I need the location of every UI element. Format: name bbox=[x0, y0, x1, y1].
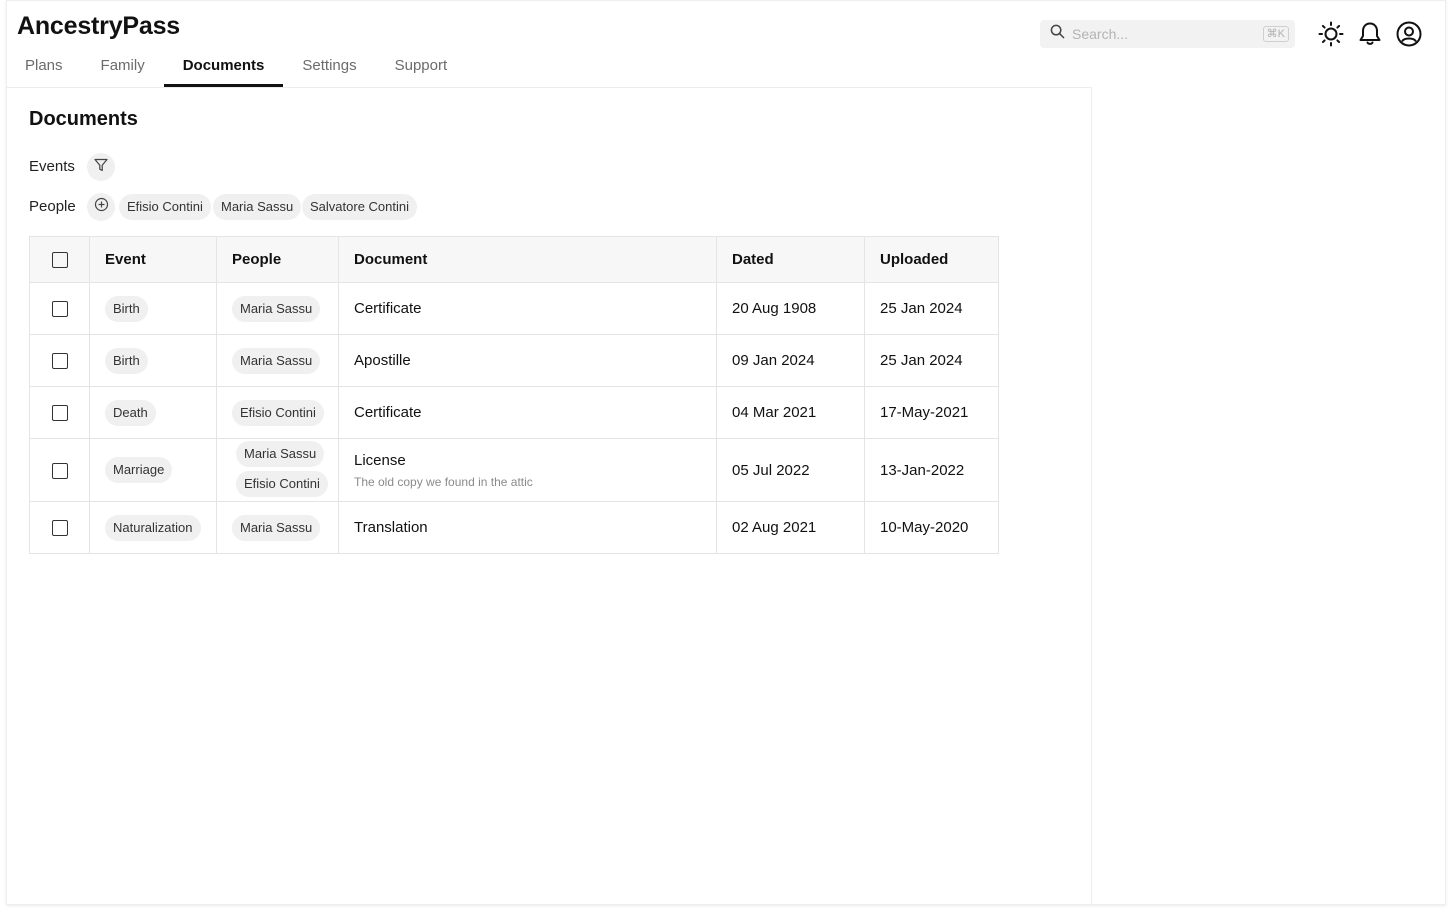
row-select-cell bbox=[29, 386, 90, 439]
filter-funnel-icon bbox=[94, 158, 108, 177]
select-all-checkbox[interactable] bbox=[51, 252, 68, 269]
row-checkbox[interactable] bbox=[51, 353, 68, 370]
event-cell: Naturalization bbox=[89, 501, 217, 554]
dated-cell: 20 Aug 1908 bbox=[716, 282, 865, 335]
event-tag[interactable]: Marriage bbox=[105, 457, 173, 483]
event-cell: Birth bbox=[89, 282, 217, 335]
table-row[interactable]: Death Efisio Contini Certificate 04 Mar … bbox=[29, 386, 999, 439]
dated-cell: 05 Jul 2022 bbox=[716, 438, 865, 502]
uploaded-cell: 25 Jan 2024 bbox=[864, 334, 999, 387]
event-tag[interactable]: Death bbox=[105, 399, 156, 426]
tab-plans[interactable]: Plans bbox=[6, 50, 82, 87]
document-cell: Apostille bbox=[338, 334, 717, 387]
table-row[interactable]: Naturalization Maria Sassu Translation 0… bbox=[29, 501, 999, 554]
row-select-cell bbox=[29, 282, 90, 335]
search-shortcut-badge: ⌘K bbox=[1262, 26, 1289, 42]
row-checkbox[interactable] bbox=[51, 520, 68, 537]
person-tag[interactable]: Maria Sassu bbox=[236, 441, 325, 467]
event-cell: Birth bbox=[89, 334, 217, 387]
main-tabs: Plans Family Documents Settings Support bbox=[6, 50, 466, 88]
document-name[interactable]: Apostille bbox=[354, 352, 716, 369]
event-cell: Death bbox=[89, 386, 217, 439]
people-filter-chip[interactable]: Salvatore Contini bbox=[302, 194, 417, 220]
table-row[interactable]: Birth Maria Sassu Apostille 09 Jan 2024 … bbox=[29, 334, 999, 387]
row-select-cell bbox=[29, 334, 90, 387]
people-cell: Maria Sassu bbox=[216, 501, 339, 554]
user-account-icon[interactable] bbox=[1395, 20, 1423, 48]
column-header-document[interactable]: Document bbox=[338, 236, 717, 283]
event-tag[interactable]: Birth bbox=[105, 347, 148, 374]
row-checkbox[interactable] bbox=[51, 462, 68, 479]
document-note: The old copy we found in the attic bbox=[354, 474, 533, 489]
document-cell: Translation bbox=[338, 501, 717, 554]
events-filter-button[interactable] bbox=[87, 153, 115, 181]
document-cell: Certificate bbox=[338, 282, 717, 335]
event-tag[interactable]: Birth bbox=[105, 295, 148, 322]
people-filter-chip[interactable]: Maria Sassu bbox=[213, 194, 302, 220]
tab-family[interactable]: Family bbox=[82, 50, 164, 87]
people-cell: Maria Sassu bbox=[216, 334, 339, 387]
dated-cell: 09 Jan 2024 bbox=[716, 334, 865, 387]
uploaded-cell: 10-May-2020 bbox=[864, 501, 999, 554]
dated-cell: 04 Mar 2021 bbox=[716, 386, 865, 439]
people-cell: Maria Sassu bbox=[216, 282, 339, 335]
page-title: Documents bbox=[29, 108, 138, 130]
document-cell: License The old copy we found in the att… bbox=[338, 438, 717, 502]
events-filter-label: Events bbox=[29, 158, 75, 175]
search-input[interactable] bbox=[1072, 26, 1252, 42]
people-filter-label: People bbox=[29, 198, 76, 215]
search-icon bbox=[1050, 24, 1065, 44]
people-filter-chip[interactable]: Efisio Contini bbox=[119, 194, 211, 220]
people-cell: Efisio Contini bbox=[216, 386, 339, 439]
uploaded-cell: 17-May-2021 bbox=[864, 386, 999, 439]
select-all-cell bbox=[29, 236, 90, 283]
column-header-event[interactable]: Event bbox=[89, 236, 217, 283]
tab-settings[interactable]: Settings bbox=[283, 50, 375, 87]
tab-documents[interactable]: Documents bbox=[163, 50, 284, 87]
document-name[interactable]: Translation bbox=[354, 519, 716, 536]
column-header-dated[interactable]: Dated bbox=[716, 236, 865, 283]
document-name[interactable]: Certificate bbox=[354, 404, 716, 421]
event-tag[interactable]: Naturalization bbox=[105, 514, 201, 541]
document-name[interactable]: Certificate bbox=[354, 300, 716, 317]
person-tag[interactable]: Maria Sassu bbox=[232, 295, 321, 322]
row-checkbox[interactable] bbox=[51, 301, 68, 318]
search-box[interactable]: ⌘K bbox=[1040, 20, 1295, 48]
table-row[interactable]: Marriage Maria Sassu Efisio Contini Lice… bbox=[29, 438, 999, 502]
column-header-uploaded[interactable]: Uploaded bbox=[864, 236, 999, 283]
row-select-cell bbox=[29, 501, 90, 554]
documents-table: Event People Document Dated Uploaded Bir… bbox=[29, 236, 999, 554]
person-tag[interactable]: Efisio Contini bbox=[232, 399, 324, 426]
add-person-filter-button[interactable] bbox=[87, 193, 115, 221]
document-cell: Certificate bbox=[338, 386, 717, 439]
dated-cell: 02 Aug 2021 bbox=[716, 501, 865, 554]
uploaded-cell: 13-Jan-2022 bbox=[864, 438, 999, 502]
notification-bell-icon[interactable] bbox=[1356, 20, 1384, 48]
column-header-people[interactable]: People bbox=[216, 236, 339, 283]
person-tag[interactable]: Maria Sassu bbox=[232, 514, 321, 541]
row-select-cell bbox=[29, 438, 90, 502]
app-title: AncestryPass bbox=[17, 12, 180, 40]
person-tag[interactable]: Efisio Contini bbox=[236, 471, 328, 497]
table-row[interactable]: Birth Maria Sassu Certificate 20 Aug 190… bbox=[29, 282, 999, 335]
table-header-row: Event People Document Dated Uploaded bbox=[29, 236, 999, 283]
document-name[interactable]: License bbox=[354, 452, 716, 469]
tab-support[interactable]: Support bbox=[376, 50, 467, 87]
row-checkbox[interactable] bbox=[51, 405, 68, 422]
event-cell: Marriage bbox=[89, 438, 217, 502]
person-tag[interactable]: Maria Sassu bbox=[232, 347, 321, 374]
add-circle-icon bbox=[94, 197, 109, 217]
uploaded-cell: 25 Jan 2024 bbox=[864, 282, 999, 335]
people-cell: Maria Sassu Efisio Contini bbox=[216, 438, 339, 502]
theme-sun-icon[interactable] bbox=[1317, 20, 1345, 48]
